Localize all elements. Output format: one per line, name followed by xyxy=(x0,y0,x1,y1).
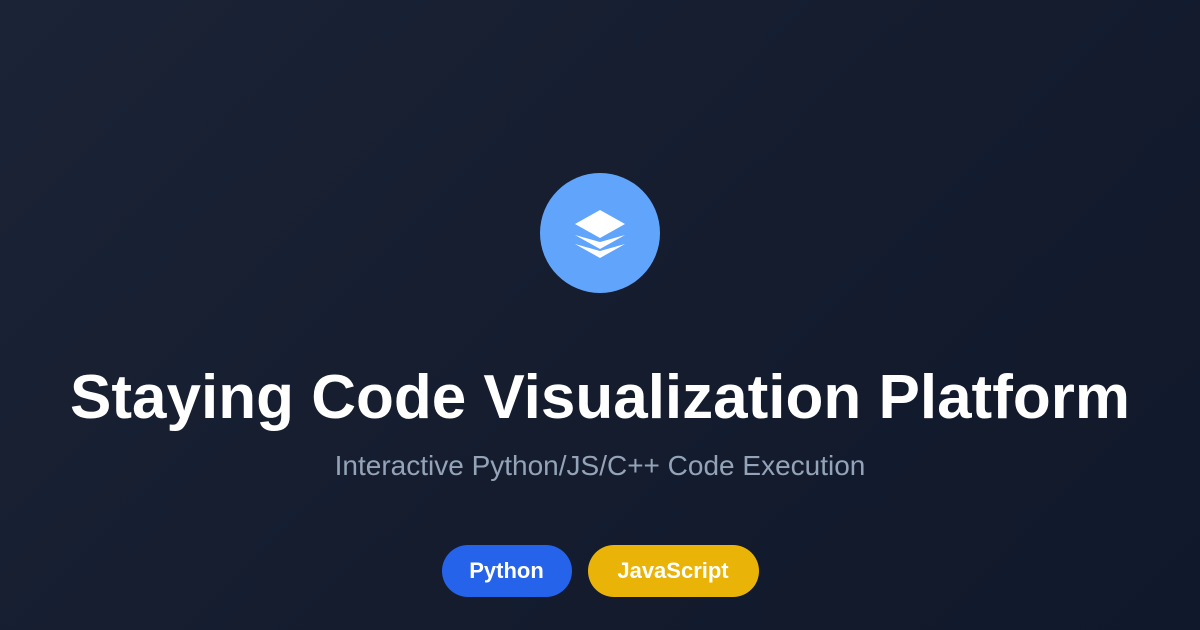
page-title: Staying Code Visualization Platform xyxy=(70,362,1130,432)
logo-badge xyxy=(540,173,660,293)
social-preview-card: Staying Code Visualization Platform Inte… xyxy=(0,0,1200,630)
python-tag: Python xyxy=(441,545,572,597)
page-subtitle: Interactive Python/JS/C++ Code Execution xyxy=(334,450,866,481)
language-tag-list: Python JavaScript xyxy=(0,545,1200,597)
layers-icon xyxy=(575,210,625,258)
javascript-tag: JavaScript xyxy=(587,545,759,597)
